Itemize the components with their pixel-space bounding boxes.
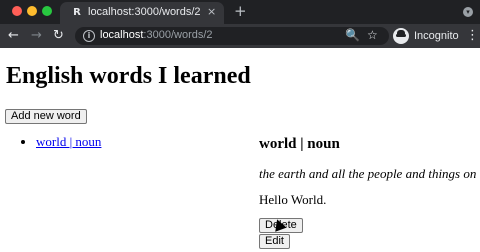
maximize-window-button[interactable] <box>42 6 52 16</box>
tab-search-icon[interactable]: ▾ <box>463 7 473 17</box>
browser-menu-icon[interactable]: ⋮ <box>466 28 479 44</box>
url-path: :3000/words/2 <box>143 29 213 41</box>
word-definition: the earth and all the people and things … <box>259 166 480 181</box>
url-host: localhost <box>100 29 144 41</box>
word-detail-title: world | noun <box>259 136 340 152</box>
minimize-window-button[interactable] <box>27 6 37 16</box>
incognito-label[interactable]: Incognito <box>414 30 459 42</box>
zoom-icon[interactable]: 🔍 <box>345 28 360 42</box>
incognito-icon[interactable] <box>393 28 409 44</box>
word-example: Hello World. <box>259 192 327 207</box>
browser-tab[interactable]: R localhost:3000/words/2 × <box>60 2 224 24</box>
close-tab-icon[interactable]: × <box>207 5 216 18</box>
add-new-word-button[interactable]: Add new word <box>5 109 87 124</box>
word-list: world | noun <box>16 134 101 150</box>
bookmark-star-icon[interactable]: ☆ <box>367 28 378 42</box>
word-link[interactable]: world | noun <box>36 134 101 149</box>
new-tab-button[interactable]: + <box>234 3 247 19</box>
favicon-icon: R <box>73 7 81 18</box>
close-window-button[interactable] <box>12 6 22 16</box>
url-text: localhost:3000/words/2 <box>100 29 213 41</box>
reload-icon[interactable]: ↻ <box>53 28 64 44</box>
tab-strip: R localhost:3000/words/2 × + ▾ <box>0 0 480 24</box>
edit-button[interactable]: Edit <box>259 234 290 249</box>
address-bar[interactable]: i localhost:3000/words/2 🔍 ☆ <box>75 27 389 45</box>
page-content: English words I learned Add new word wor… <box>0 48 480 252</box>
page-title: English words I learned <box>6 63 251 89</box>
forward-icon[interactable]: → <box>31 28 42 44</box>
tab-title: localhost:3000/words/2 <box>88 6 201 18</box>
back-icon[interactable]: ← <box>8 28 19 44</box>
site-info-icon[interactable]: i <box>83 30 95 42</box>
list-item: world | noun <box>36 134 101 150</box>
